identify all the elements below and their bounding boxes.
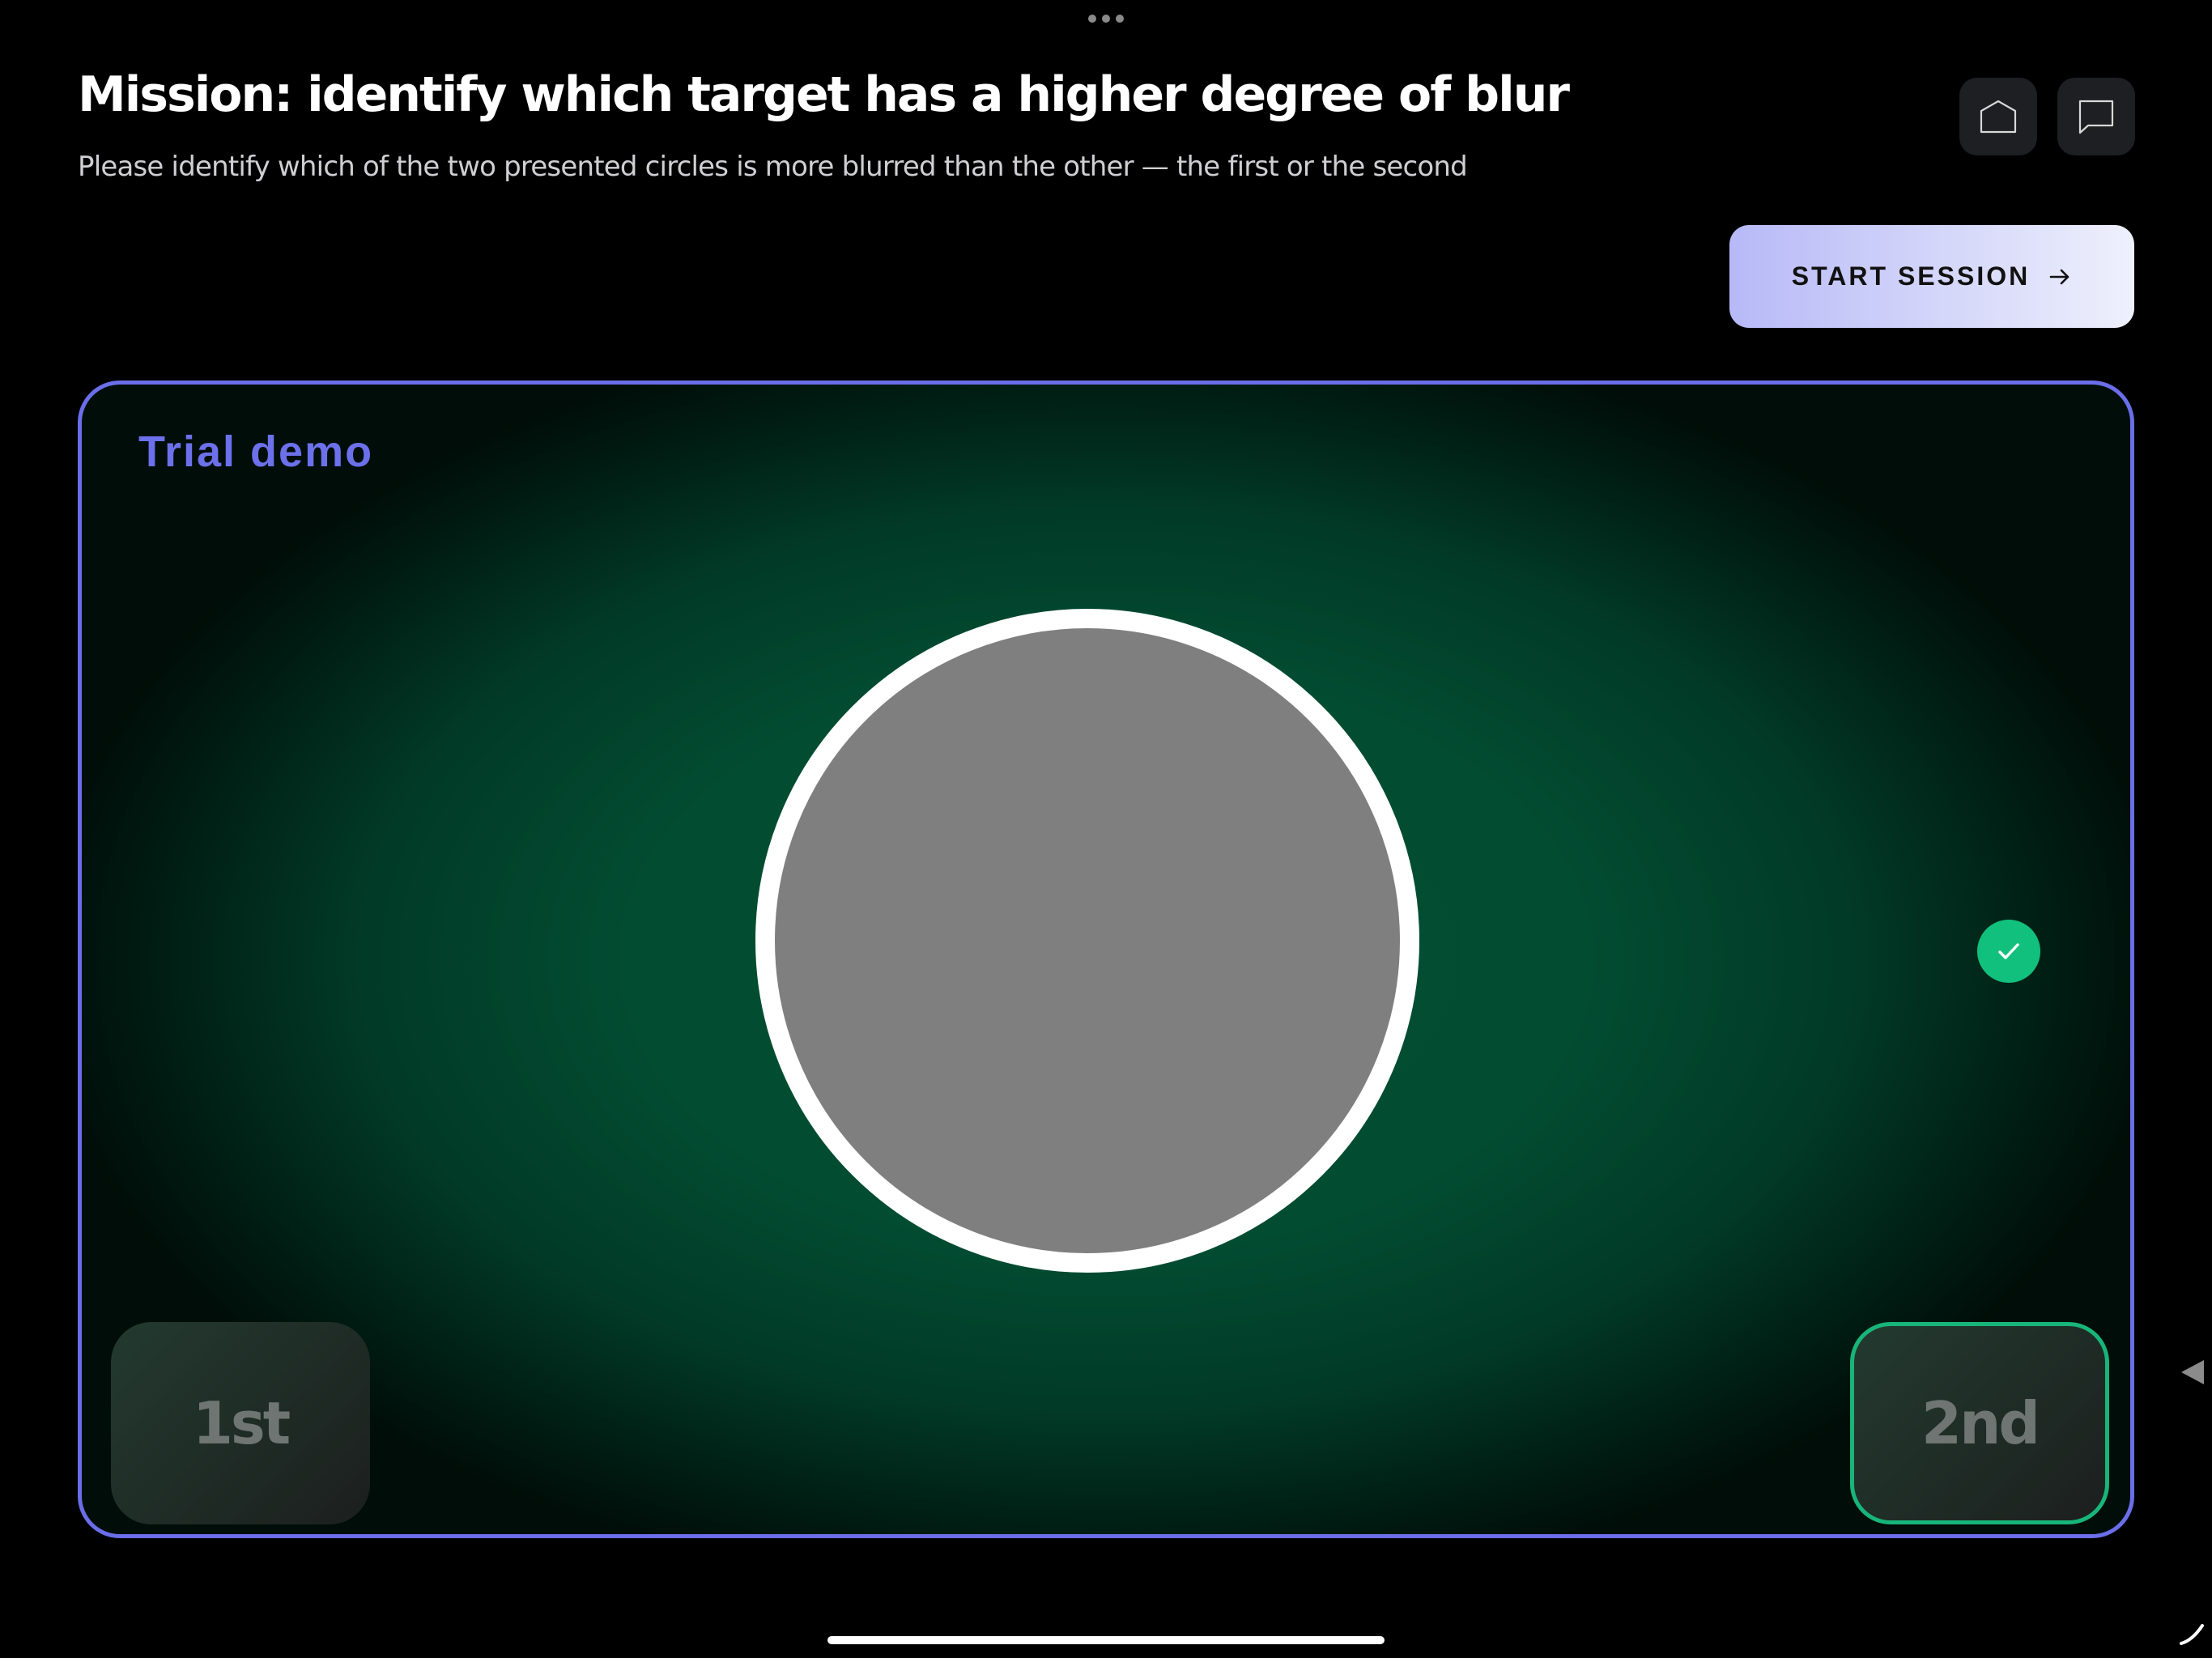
trial-demo-label: Trial demo bbox=[138, 427, 374, 476]
chat-bubble-icon bbox=[2078, 100, 2114, 134]
home-icon bbox=[1980, 100, 2017, 134]
chat-button[interactable] bbox=[2057, 78, 2135, 155]
page-title: Mission: identify which target has a hig… bbox=[78, 66, 1570, 123]
multitasking-handle[interactable] bbox=[1088, 13, 1124, 24]
choice-first-button[interactable]: 1st bbox=[111, 1322, 370, 1524]
choice-second-button[interactable]: 2nd bbox=[1850, 1322, 2109, 1524]
home-button[interactable] bbox=[1959, 78, 2037, 155]
home-indicator[interactable] bbox=[827, 1636, 1385, 1644]
arrow-right-icon bbox=[2049, 269, 2069, 284]
selected-check-badge bbox=[1977, 920, 2040, 983]
start-session-button[interactable]: START SESSION bbox=[1729, 225, 2134, 328]
handle-dot bbox=[1088, 15, 1096, 23]
target-circle bbox=[755, 609, 1419, 1273]
choice-first-label: 1st bbox=[192, 1389, 291, 1457]
trial-demo-panel: Trial demo 1st 2nd bbox=[78, 380, 2134, 1538]
page-subtitle: Please identify which of the two present… bbox=[78, 151, 1468, 183]
handle-dot bbox=[1102, 15, 1110, 23]
side-pull-tab-icon[interactable] bbox=[2181, 1360, 2204, 1384]
pencil-corner-icon[interactable] bbox=[2178, 1622, 2206, 1647]
start-session-label: START SESSION bbox=[1791, 261, 2031, 291]
choice-second-label: 2nd bbox=[1921, 1389, 2040, 1457]
handle-dot bbox=[1116, 15, 1124, 23]
checkmark-icon bbox=[1998, 943, 2019, 959]
